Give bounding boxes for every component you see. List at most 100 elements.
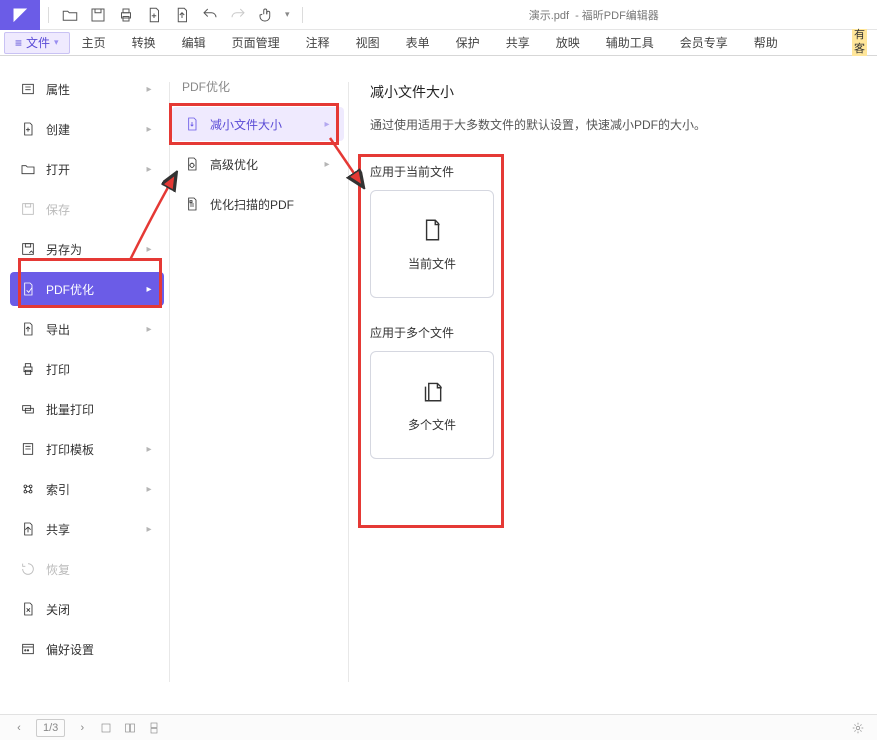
card-multi-label: 多个文件 xyxy=(408,416,456,433)
print-template-icon xyxy=(20,441,36,457)
chevron-right-icon: ▸ xyxy=(322,119,332,130)
tab-edit[interactable]: 编辑 xyxy=(178,32,210,53)
submenu-header: PDF优化 xyxy=(172,72,344,107)
fm-preferences[interactable]: 偏好设置 xyxy=(10,632,164,666)
next-page-icon[interactable]: › xyxy=(75,721,89,735)
fm-pdf-optimize[interactable]: PDF优化 ▸ xyxy=(10,272,164,306)
print-icon[interactable] xyxy=(117,6,135,24)
reduce-size-icon xyxy=(184,116,200,132)
page-indicator[interactable]: 1/3 xyxy=(36,719,65,737)
close-doc-icon xyxy=(20,601,36,617)
layout-icon[interactable] xyxy=(99,721,113,735)
tab-protect[interactable]: 保护 xyxy=(452,32,484,53)
chevron-right-icon: ▸ xyxy=(144,244,154,255)
index-icon xyxy=(20,481,36,497)
sm-optimize-scanned[interactable]: 优化扫描的PDF xyxy=(172,187,344,221)
open-icon[interactable] xyxy=(61,6,79,24)
section-current-label: 应用于当前文件 xyxy=(370,163,859,180)
chevron-right-icon: ▸ xyxy=(144,284,154,295)
detail-pane: 减小文件大小 通过使用适用于大多数文件的默认设置，快速减小PDF的大小。 应用于… xyxy=(360,56,869,495)
save-as-icon xyxy=(20,241,36,257)
chevron-right-icon: ▸ xyxy=(144,124,154,135)
fm-print[interactable]: 打印 xyxy=(10,352,164,386)
prev-page-icon[interactable]: ‹ xyxy=(12,721,26,735)
fm-save-as[interactable]: 另存为 ▸ xyxy=(10,232,164,266)
fm-properties[interactable]: 属性 ▸ xyxy=(10,72,164,106)
file-menu-panel: 属性 ▸ 创建 ▸ 打开 ▸ 保存 另存为 ▸ PDF优化 ▸ 导出 ▸ 打印 xyxy=(10,56,164,666)
apply-current-file-card[interactable]: 当前文件 xyxy=(370,190,494,298)
detail-title: 减小文件大小 xyxy=(370,82,859,102)
tab-share[interactable]: 共享 xyxy=(502,32,534,53)
undo-icon[interactable] xyxy=(201,6,219,24)
create-icon xyxy=(20,121,36,137)
chevron-right-icon: ▸ xyxy=(144,484,154,495)
fm-close[interactable]: 关闭 xyxy=(10,592,164,626)
batch-print-icon xyxy=(20,401,36,417)
tab-annotate[interactable]: 注释 xyxy=(302,32,334,53)
save-disk-icon xyxy=(20,201,36,217)
app-logo xyxy=(0,0,40,30)
ribbon-tabs: ≡ 文件 ▾ 主页 转换 编辑 页面管理 注释 视图 表单 保护 共享 放映 辅… xyxy=(0,30,877,56)
chevron-right-icon: ▸ xyxy=(144,164,154,175)
advanced-optimize-icon xyxy=(184,156,200,172)
fm-batch-print[interactable]: 批量打印 xyxy=(10,392,164,426)
restore-icon xyxy=(20,561,36,577)
multi-file-icon xyxy=(419,378,445,404)
ribbon-right-2: 客 xyxy=(852,43,867,56)
tab-present[interactable]: 放映 xyxy=(552,32,584,53)
document-title: 演示.pdf xyxy=(529,7,569,23)
chevron-right-icon: ▸ xyxy=(144,84,154,95)
gear-icon[interactable] xyxy=(851,721,865,735)
fm-create[interactable]: 创建 ▸ xyxy=(10,112,164,146)
tab-member[interactable]: 会员专享 xyxy=(676,32,732,53)
tab-accessibility[interactable]: 辅助工具 xyxy=(602,32,658,53)
app-title: - 福昕PDF编辑器 xyxy=(575,7,659,23)
tab-convert[interactable]: 转换 xyxy=(128,32,160,53)
fm-index[interactable]: 索引 ▸ xyxy=(10,472,164,506)
status-bar: ‹ 1/3 › xyxy=(0,714,877,740)
chevron-right-icon: ▸ xyxy=(144,524,154,535)
share-icon xyxy=(20,521,36,537)
optimize-icon xyxy=(20,281,36,297)
scanned-pdf-icon xyxy=(184,196,200,212)
tab-page-manage[interactable]: 页面管理 xyxy=(228,32,284,53)
sm-reduce-size[interactable]: 减小文件大小 ▸ xyxy=(172,107,344,141)
open-folder-icon xyxy=(20,161,36,177)
card-current-label: 当前文件 xyxy=(408,255,456,272)
fm-restore: 恢复 xyxy=(10,552,164,586)
chevron-right-icon: ▸ xyxy=(322,159,332,170)
single-file-icon xyxy=(419,217,445,243)
layout-cont-icon[interactable] xyxy=(147,721,161,735)
fm-print-template[interactable]: 打印模板 ▸ xyxy=(10,432,164,466)
fm-save: 保存 xyxy=(10,192,164,226)
preferences-icon xyxy=(20,641,36,657)
chevron-right-icon: ▸ xyxy=(144,444,154,455)
layout-two-icon[interactable] xyxy=(123,721,137,735)
detail-desc: 通过使用适用于大多数文件的默认设置，快速减小PDF的大小。 xyxy=(370,116,859,133)
fm-export[interactable]: 导出 ▸ xyxy=(10,312,164,346)
page-export-icon[interactable] xyxy=(173,6,191,24)
menu-lines-icon: ≡ xyxy=(15,36,22,50)
page-add-icon[interactable] xyxy=(145,6,163,24)
print-icon xyxy=(20,361,36,377)
fm-open[interactable]: 打开 ▸ xyxy=(10,152,164,186)
chevron-right-icon: ▸ xyxy=(144,324,154,335)
apply-multi-file-card[interactable]: 多个文件 xyxy=(370,351,494,459)
file-menu-button[interactable]: ≡ 文件 ▾ xyxy=(4,32,70,54)
tab-help[interactable]: 帮助 xyxy=(750,32,782,53)
export-icon xyxy=(20,321,36,337)
tab-form[interactable]: 表单 xyxy=(402,32,434,53)
sm-advanced-optimize[interactable]: 高级优化 ▸ xyxy=(172,147,344,181)
save-icon[interactable] xyxy=(89,6,107,24)
redo-icon[interactable] xyxy=(229,6,247,24)
app-toolbar: ▾ 演示.pdf - 福昕PDF编辑器 xyxy=(0,0,877,30)
section-multi-label: 应用于多个文件 xyxy=(370,324,859,341)
tab-view[interactable]: 视图 xyxy=(352,32,384,53)
ribbon-right-1: 有 xyxy=(852,29,867,42)
tab-home[interactable]: 主页 xyxy=(78,32,110,53)
fm-share[interactable]: 共享 ▸ xyxy=(10,512,164,546)
file-menu-label: 文件 xyxy=(26,34,50,51)
optimize-submenu: PDF优化 减小文件大小 ▸ 高级优化 ▸ 优化扫描的PDF xyxy=(172,56,344,221)
fm-label: 属性 xyxy=(46,81,134,98)
touch-icon[interactable] xyxy=(257,6,275,24)
